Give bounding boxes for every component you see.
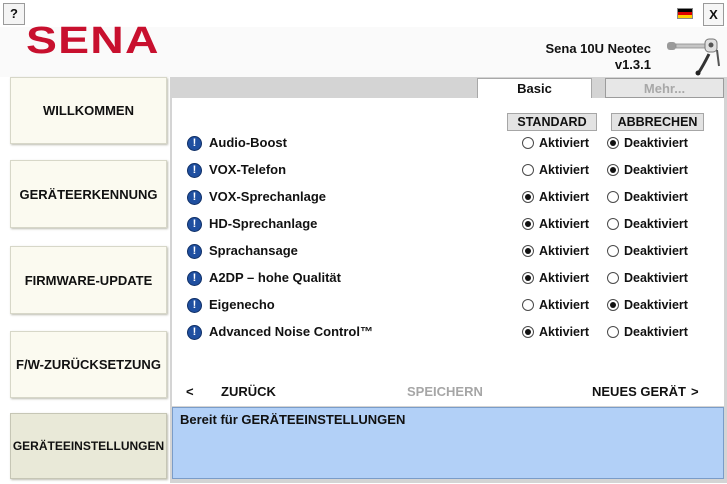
- info-icon[interactable]: !: [187, 298, 202, 313]
- radio-activated[interactable]: [522, 218, 534, 230]
- radio-deactivated-label: Deaktiviert: [624, 136, 688, 150]
- radio-deactivated[interactable]: [607, 245, 619, 257]
- radio-deactivated-label: Deaktiviert: [624, 325, 688, 339]
- new-device-button[interactable]: NEUES GERÄT: [592, 384, 686, 399]
- setting-label: Sprachansage: [209, 243, 298, 258]
- radio-activated-label: Aktiviert: [539, 217, 590, 231]
- setting-label: Eigenecho: [209, 297, 275, 312]
- headset-icon: [665, 36, 723, 81]
- radio-activated[interactable]: [522, 164, 534, 176]
- language-flag-icon[interactable]: [677, 8, 693, 19]
- info-icon[interactable]: !: [187, 217, 202, 232]
- radio-deactivated[interactable]: [607, 326, 619, 338]
- info-icon[interactable]: !: [187, 325, 202, 340]
- nav-item-device-settings[interactable]: GERÄTEEINSTELLUNGEN: [10, 413, 167, 479]
- radio-deactivated-label: Deaktiviert: [624, 190, 688, 204]
- status-box: Bereit für GERÄTEEINSTELLUNGEN: [172, 407, 724, 479]
- info-icon[interactable]: !: [187, 244, 202, 259]
- next-arrow-icon[interactable]: >: [691, 384, 699, 399]
- setting-label: VOX-Sprechanlage: [209, 189, 327, 204]
- radio-deactivated[interactable]: [607, 272, 619, 284]
- radio-activated[interactable]: [522, 272, 534, 284]
- radio-deactivated-label: Deaktiviert: [624, 217, 688, 231]
- tab-basic[interactable]: Basic: [477, 78, 592, 98]
- radio-activated-label: Aktiviert: [539, 298, 590, 312]
- back-arrow-icon[interactable]: <: [186, 384, 194, 399]
- tab-more[interactable]: Mehr...: [605, 78, 724, 98]
- radio-deactivated[interactable]: [607, 299, 619, 311]
- info-icon[interactable]: !: [187, 190, 202, 205]
- setting-label: HD-Sprechanlage: [209, 216, 318, 231]
- info-icon[interactable]: !: [187, 163, 202, 178]
- radio-deactivated-label: Deaktiviert: [624, 271, 688, 285]
- nav-item-firmware-update[interactable]: FIRMWARE-UPDATE: [10, 246, 167, 314]
- sena-logo: SENA: [26, 20, 160, 62]
- cancel-button[interactable]: ABBRECHEN: [611, 113, 704, 131]
- radio-activated-label: Aktiviert: [539, 136, 590, 150]
- radio-activated[interactable]: [522, 191, 534, 203]
- radio-activated[interactable]: [522, 245, 534, 257]
- radio-deactivated[interactable]: [607, 137, 619, 149]
- device-version: v1.3.1: [614, 57, 651, 72]
- radio-deactivated[interactable]: [607, 164, 619, 176]
- radio-activated-label: Aktiviert: [539, 190, 590, 204]
- radio-activated[interactable]: [522, 137, 534, 149]
- setting-label: Audio-Boost: [209, 135, 287, 150]
- nav-item-device-detection[interactable]: GERÄTEERKENNUNG: [10, 160, 167, 228]
- radio-activated-label: Aktiviert: [539, 271, 590, 285]
- radio-deactivated[interactable]: [607, 218, 619, 230]
- radio-deactivated-label: Deaktiviert: [624, 163, 688, 177]
- radio-activated-label: Aktiviert: [539, 325, 590, 339]
- save-button[interactable]: SPEICHERN: [407, 384, 483, 399]
- setting-label: A2DP – hohe Qualität: [209, 270, 341, 285]
- radio-deactivated-label: Deaktiviert: [624, 244, 688, 258]
- radio-activated-label: Aktiviert: [539, 163, 590, 177]
- radio-deactivated[interactable]: [607, 191, 619, 203]
- radio-activated-label: Aktiviert: [539, 244, 590, 258]
- radio-activated[interactable]: [522, 326, 534, 338]
- nav-item-firmware-reset[interactable]: F/W-ZURÜCKSETZUNG: [10, 331, 167, 398]
- close-button[interactable]: X: [703, 3, 724, 26]
- status-text: Bereit für GERÄTEEINSTELLUNGEN: [180, 412, 406, 427]
- help-button[interactable]: ?: [3, 3, 25, 25]
- nav-item-welcome[interactable]: WILLKOMMEN: [10, 77, 167, 144]
- info-icon[interactable]: !: [187, 136, 202, 151]
- setting-label: Advanced Noise Control™: [209, 324, 373, 339]
- standard-button[interactable]: STANDARD: [507, 113, 597, 131]
- setting-label: VOX-Telefon: [209, 162, 287, 177]
- radio-deactivated-label: Deaktiviert: [624, 298, 688, 312]
- device-name: Sena 10U Neotec: [545, 41, 652, 56]
- radio-activated[interactable]: [522, 299, 534, 311]
- info-icon[interactable]: !: [187, 271, 202, 286]
- back-button[interactable]: ZURÜCK: [221, 384, 276, 399]
